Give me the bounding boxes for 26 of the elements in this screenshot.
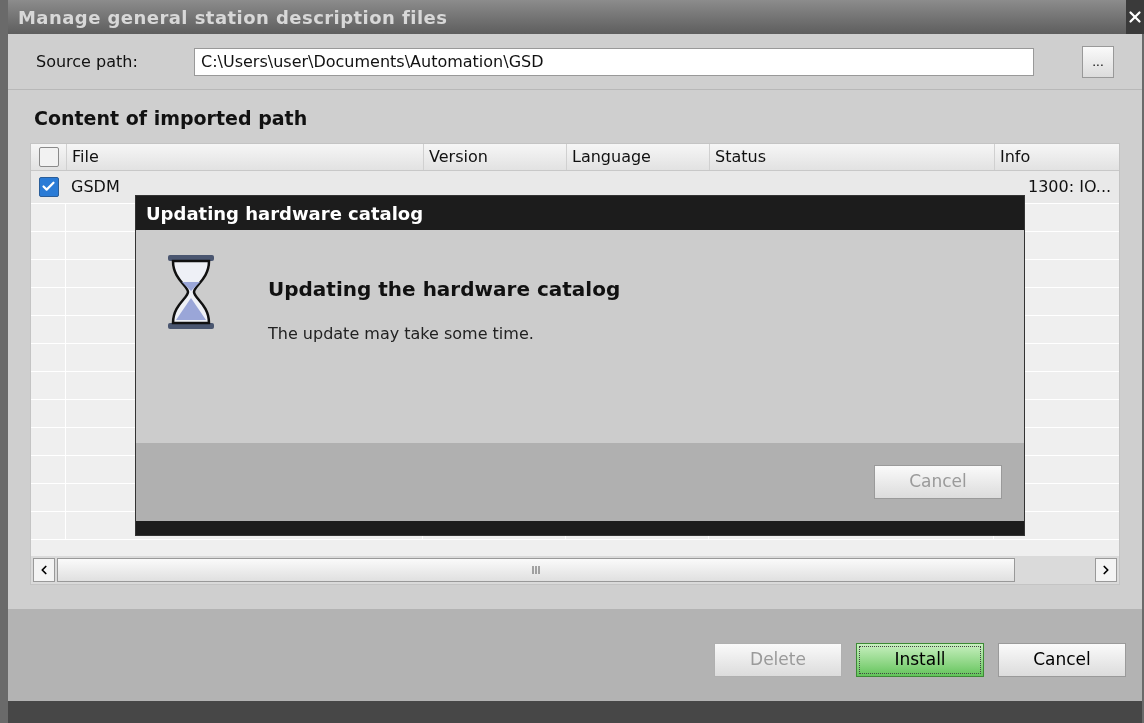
dialog-message: The update may take some time.	[268, 323, 535, 345]
table-cell-text: 1300: IO...	[1028, 175, 1112, 198]
column-header[interactable]: Status	[709, 143, 994, 170]
dialog-heading: Updating the hardware catalog	[268, 276, 621, 303]
hourglass-icon	[166, 254, 216, 330]
column-header[interactable]: Version	[423, 143, 566, 170]
scroll-right-button[interactable]	[1095, 557, 1117, 582]
column-header[interactable]: Language	[566, 143, 709, 170]
dialog-button[interactable]: Cancel	[998, 642, 1126, 677]
scroll-left-button[interactable]	[33, 557, 55, 582]
column-header[interactable]: Info	[994, 143, 1119, 170]
checkbox[interactable]	[38, 176, 59, 197]
scrollbar-thumb[interactable]	[57, 557, 1015, 582]
check-icon	[41, 179, 56, 194]
source-path-label: Source path:	[36, 50, 139, 73]
grip-icon	[531, 564, 541, 575]
source-path-field[interactable]: C:\Users\user\Documents\Automation\GSD	[194, 47, 1034, 76]
column-header[interactable]: File	[66, 143, 423, 170]
section-title: Content of imported path	[34, 107, 308, 129]
window-title: Manage general station description files	[18, 5, 448, 30]
browse-button[interactable]: ...	[1082, 45, 1114, 78]
dialog-title: Updating hardware catalog	[146, 201, 424, 226]
checkbox[interactable]	[38, 146, 59, 167]
close-button[interactable]	[1126, 0, 1144, 34]
table-cell-text: GSDM	[71, 175, 120, 198]
install-button[interactable]: Install	[856, 642, 984, 677]
